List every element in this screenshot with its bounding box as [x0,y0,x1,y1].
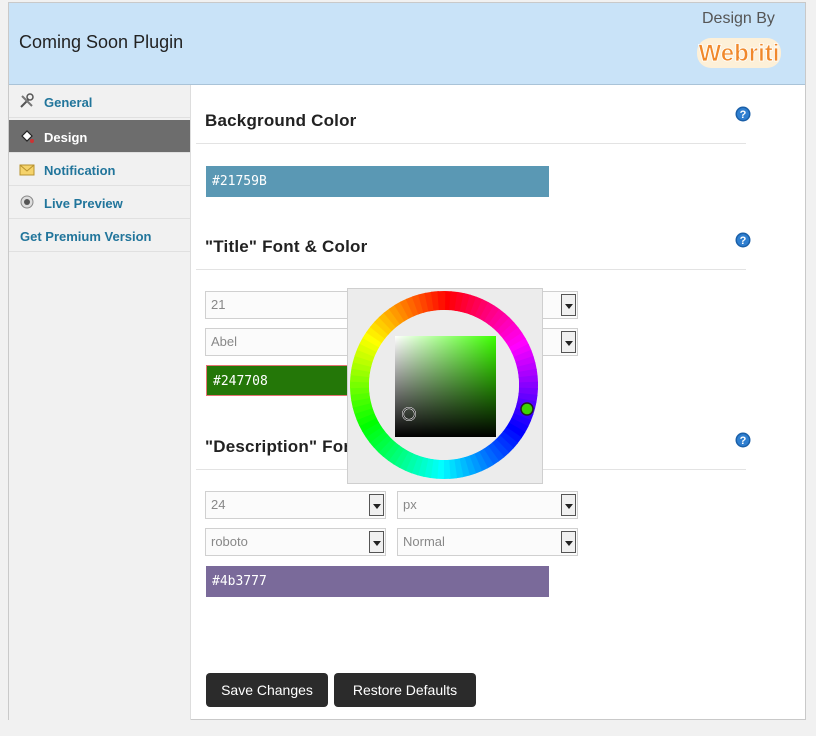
restore-defaults-button[interactable]: Restore Defaults [334,673,476,707]
background-color-input[interactable]: #21759B [206,166,549,197]
help-icon[interactable]: ? [735,432,751,448]
sidebar-item-label: Design [44,130,88,145]
svg-text:Webriti: Webriti [699,40,780,67]
color-picker-popup[interactable] [347,288,543,484]
description-font-family-select[interactable]: roboto [205,528,386,556]
hue-segment [437,291,446,311]
paint-bucket-icon [21,130,34,143]
svg-text:?: ? [740,235,747,247]
header: Coming Soon Plugin Design By Webriti [9,3,805,85]
title-font-title: "Title" Font & Color [205,237,368,256]
description-color-input[interactable]: #4b3777 [206,566,549,597]
select-value: Normal [403,534,445,549]
plugin-title: Coming Soon Plugin [19,32,184,52]
sidebar: General Design Notification Live Preview [9,85,191,720]
sidebar-item-general[interactable]: General [9,85,190,118]
divider [196,269,746,270]
description-font-size-select[interactable]: 24 [205,491,386,519]
help-icon[interactable]: ? [735,106,751,122]
svg-text:?: ? [740,435,747,447]
svg-text:?: ? [740,109,747,121]
description-unit-select[interactable]: px [397,491,578,519]
title-color-input[interactable]: #247708 [206,365,356,396]
description-font-weight-select[interactable]: Normal [397,528,578,556]
webriti-logo: Webriti [697,38,781,68]
select-value: 24 [211,497,226,512]
sidebar-item-notification[interactable]: Notification [9,153,190,186]
chevron-down-icon[interactable] [369,494,384,516]
sidebar-item-premium[interactable]: Get Premium Version [9,219,190,252]
sidebar-item-label: Live Preview [44,196,123,211]
select-value: Abel [211,334,238,349]
select-value: px [403,497,417,512]
chevron-down-icon[interactable] [369,531,384,553]
chevron-down-icon[interactable] [561,294,576,316]
preview-icon [20,195,34,209]
help-icon[interactable]: ? [735,232,751,248]
background-color-title: Background Color [205,111,357,130]
chevron-down-icon[interactable] [561,331,576,353]
description-font-title: "Description" Font [205,437,360,456]
select-value: 21 [211,297,226,312]
select-value: roboto [211,534,248,549]
chevron-down-icon[interactable] [561,531,576,553]
color-wheel[interactable] [348,289,542,483]
sidebar-item-label: Notification [44,163,116,178]
tools-icon [20,93,34,108]
chevron-down-icon[interactable] [561,494,576,516]
sidebar-item-label: Get Premium Version [20,229,152,244]
save-changes-button[interactable]: Save Changes [206,673,328,707]
sidebar-item-label: General [44,95,93,110]
sidebar-item-live-preview[interactable]: Live Preview [9,186,190,219]
envelope-icon [19,164,35,176]
sidebar-item-design[interactable]: Design [9,120,190,153]
design-by-label: Design By [702,10,775,27]
divider [196,143,746,144]
hue-handle [520,402,534,416]
